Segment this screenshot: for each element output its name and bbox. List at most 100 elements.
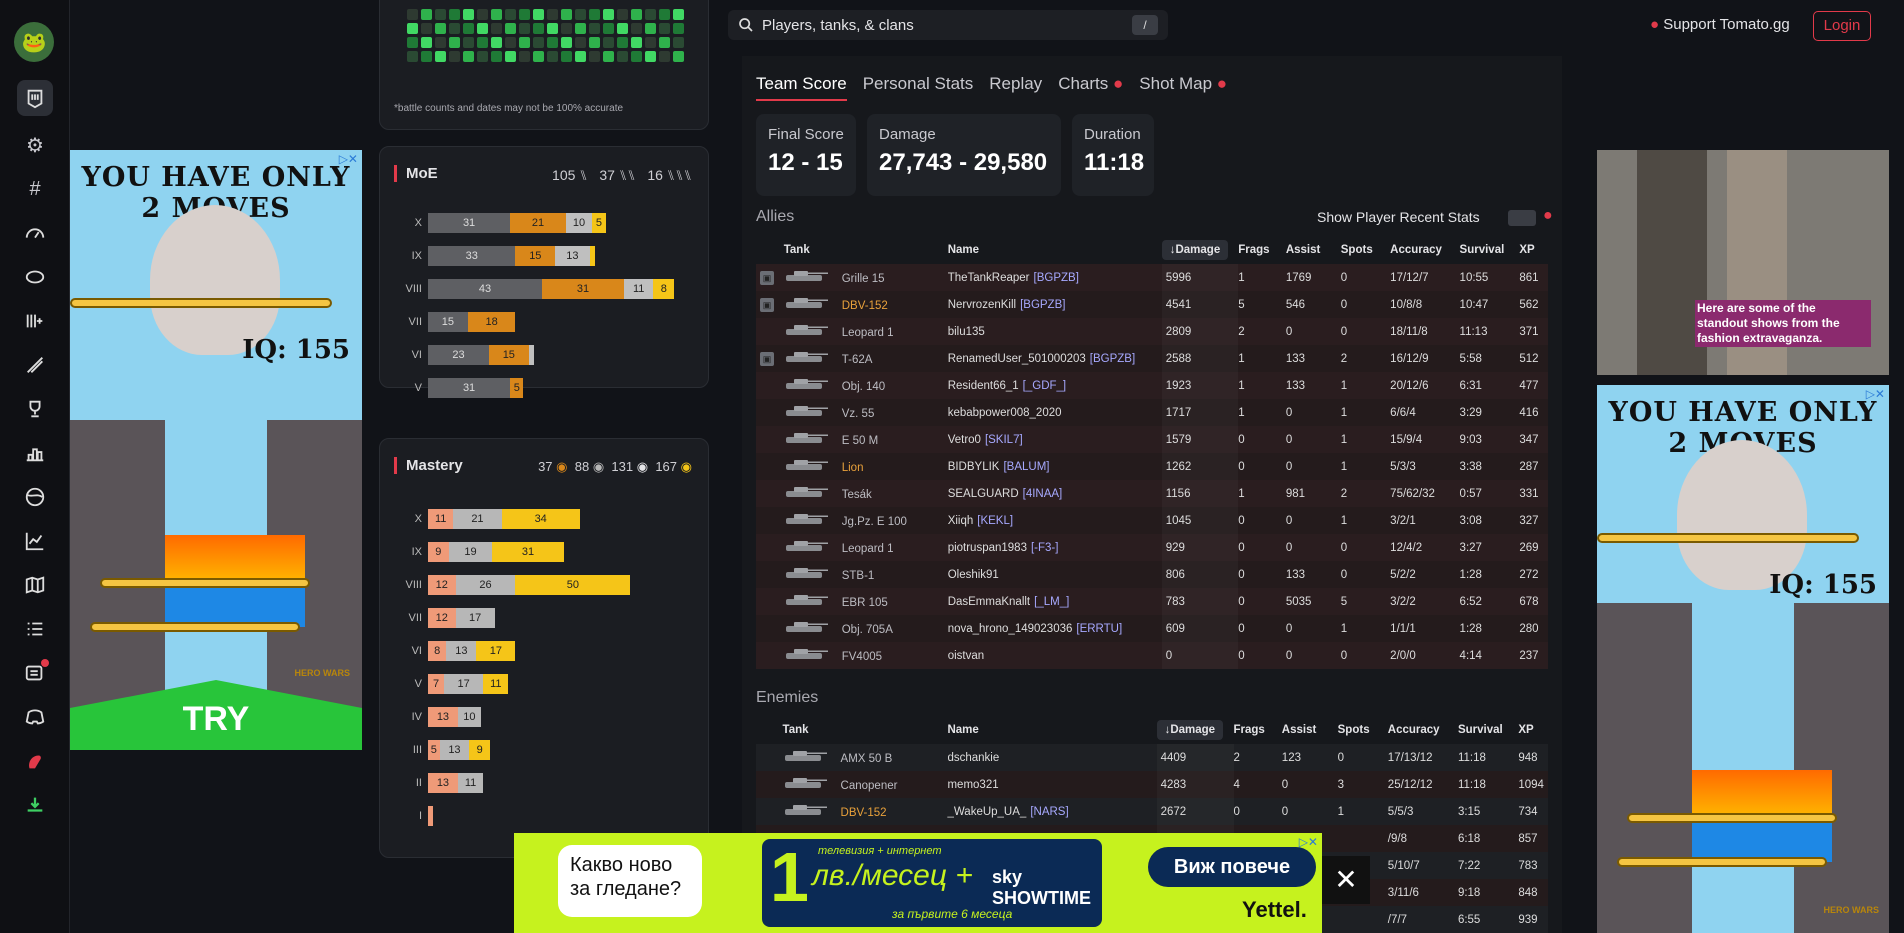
clan-tag[interactable]: [NARS] (1030, 806, 1068, 818)
column-header-xp[interactable]: XP (1519, 236, 1548, 264)
table-row[interactable]: DBV-152 _WakeUp_UA_ [NARS] 2672 0 0 1 5/5/3 3:15… (756, 798, 1548, 825)
table-row[interactable]: ▣ DBV-152 NervrozenKill [BGPZB] 4541 5 546 0 10/… (756, 291, 1548, 318)
player-name[interactable]: kebabpower008_2020 (948, 407, 1062, 419)
column-header-spots[interactable]: Spots (1341, 236, 1390, 264)
search-input[interactable]: Players, tanks, & clans (762, 17, 914, 34)
ad-right-video[interactable]: Here are some of the standout shows from… (1597, 150, 1889, 375)
download-icon[interactable] (17, 787, 53, 823)
clan-tag[interactable]: [-F3-] (1031, 542, 1058, 554)
table-row[interactable]: Obj. 140 Resident66_1 [_GDF_] 1923 1 133 1 20/1… (756, 372, 1548, 399)
table-row[interactable]: Obj. 705A nova_hrono_149023036 [ERRTU] 609 0… (756, 615, 1548, 642)
clan-tag[interactable]: [BGPZB] (1090, 353, 1135, 365)
player-name-cell[interactable]: Oleshik91 (948, 561, 1162, 588)
ad-right[interactable]: ▷✕ YOU HAVE ONLY 2 MOVES IQ: 155 HERO WA… (1597, 385, 1889, 933)
player-name-cell[interactable]: DasEmmaKnallt [_LM_] (948, 588, 1162, 615)
table-row[interactable]: E 50 M Vetro0 [SKIL7] 1579 0 0 1 15/9/4 9:03 347 (756, 426, 1548, 453)
ad-bottom[interactable]: ▷✕ Какво ново за гледане? 1 телевизия + … (514, 833, 1322, 933)
column-header-tank[interactable]: Tank (775, 716, 948, 744)
trophy-icon[interactable] (17, 391, 53, 427)
column-header-frags[interactable]: Frags (1234, 716, 1282, 744)
column-header-damage[interactable]: ↓Damage (1161, 236, 1239, 264)
discord-icon[interactable] (17, 699, 53, 735)
pen-icon[interactable] (17, 347, 53, 383)
table-row[interactable]: Leopard 1 piotruspan1983 [-F3-] 929 0 0 0 12/4/… (756, 534, 1548, 561)
ad-choices-icon[interactable]: ▷✕ (1866, 387, 1885, 401)
player-name-cell[interactable]: _WakeUp_UA_ [NARS] (947, 798, 1156, 825)
player-name-cell[interactable]: TheTankReaper [BGPZB] (948, 264, 1162, 291)
support-link[interactable]: ● Support Tomato.gg (1650, 16, 1790, 33)
player-name-cell[interactable]: piotruspan1983 [-F3-] (948, 534, 1162, 561)
column-header-assist[interactable]: Assist (1282, 716, 1338, 744)
player-name[interactable]: _WakeUp_UA_ (947, 806, 1026, 818)
clan-tag[interactable]: [4INAA] (1023, 488, 1063, 500)
player-name[interactable]: Xiiqh (948, 515, 974, 527)
tank-nav-icon[interactable] (17, 80, 53, 116)
clan-tag[interactable]: [_LM_] (1034, 596, 1069, 608)
ad-choices-icon[interactable]: ▷✕ (339, 152, 358, 166)
podium-icon[interactable] (17, 435, 53, 471)
player-name-cell[interactable]: BIDBYLIK [BALUM] (948, 453, 1162, 480)
player-name-cell[interactable]: memo321 (947, 771, 1156, 798)
player-name-cell[interactable]: Vetro0 [SKIL7] (948, 426, 1162, 453)
table-row[interactable]: FV4005 oistvan 0 0 0 0 2/0/0 4:14 237 (756, 642, 1548, 669)
player-name-cell[interactable]: Resident66_1 [_GDF_] (948, 372, 1162, 399)
tab-personal-stats[interactable]: Personal Stats (863, 74, 974, 101)
table-row[interactable]: EBR 105 DasEmmaKnallt [_LM_] 783 0 5035 5 3/2/2… (756, 588, 1548, 615)
table-row[interactable]: Vz. 55 kebabpower008_2020 1717 1 0 1 6/6/4 3:29… (756, 399, 1548, 426)
column-header-name[interactable]: Name (948, 236, 1162, 264)
player-name-cell[interactable]: oistvan (948, 642, 1162, 669)
tab-shot-map[interactable]: Shot Map ● (1139, 74, 1227, 101)
player-name[interactable]: TheTankReaper (948, 272, 1030, 284)
table-row[interactable]: ▣ T-62A RenamedUser_501000203 [BGPZB] 2588 1 1… (756, 345, 1548, 372)
player-name-cell[interactable]: bilu135 (948, 318, 1162, 345)
line-chart-icon[interactable] (17, 523, 53, 559)
clan-tag[interactable]: [SKIL7] (985, 434, 1023, 446)
show-recent-toggle[interactable] (1508, 210, 1536, 226)
hash-icon[interactable]: # (17, 171, 53, 207)
list-icon[interactable] (17, 611, 53, 647)
player-name[interactable]: NervrozenKill (948, 299, 1016, 311)
player-name-cell[interactable]: RenamedUser_501000203 [BGPZB] (948, 345, 1162, 372)
table-row[interactable]: Jg.Pz. E 100 Xiiqh [KEKL] 1045 0 0 1 3/2/1 3:08 3… (756, 507, 1548, 534)
player-name[interactable]: DasEmmaKnallt (948, 596, 1030, 608)
player-name-cell[interactable]: Xiiqh [KEKL] (948, 507, 1162, 534)
table-row[interactable]: STB-1 Oleshik91 806 0 133 0 5/2/2 1:28 272 (756, 561, 1548, 588)
column-header-assist[interactable]: Assist (1286, 236, 1341, 264)
player-name[interactable]: memo321 (947, 779, 998, 791)
clan-tag[interactable]: [_GDF_] (1023, 380, 1066, 392)
tomato-icon[interactable] (17, 743, 53, 779)
column-header-xp[interactable]: XP (1518, 716, 1548, 744)
column-header-name[interactable]: Name (947, 716, 1156, 744)
gear-icon[interactable]: ⚙ (17, 127, 53, 163)
tab-replay[interactable]: Replay (989, 74, 1042, 101)
login-button[interactable]: Login (1813, 11, 1871, 41)
clan-tag[interactable]: [BGPZB] (1020, 299, 1065, 311)
helmet-icon[interactable] (17, 259, 53, 295)
table-row[interactable]: AMX 50 B dschankie 4409 2 123 0 17/13/12 11:18 9… (756, 744, 1548, 771)
clan-tag[interactable]: [BALUM] (1003, 461, 1049, 473)
column-header-survival[interactable]: Survival (1458, 716, 1518, 744)
column-header-damage[interactable]: ↓Damage (1156, 716, 1234, 744)
player-name-cell[interactable]: SEALGUARD [4INAA] (948, 480, 1162, 507)
player-name[interactable]: nova_hrono_149023036 (948, 623, 1073, 635)
player-name[interactable]: bilu135 (948, 326, 985, 338)
column-header-tank[interactable]: Tank (776, 236, 948, 264)
column-header-survival[interactable]: Survival (1460, 236, 1520, 264)
player-name-cell[interactable]: NervrozenKill [BGPZB] (948, 291, 1162, 318)
player-name[interactable]: Vetro0 (948, 434, 981, 446)
table-row[interactable]: Canopener memo321 4283 4 0 3 25/12/12 11:18 1094 (756, 771, 1548, 798)
table-row[interactable]: Leopard 1 bilu135 2809 2 0 0 18/11/8 11:13 371 (756, 318, 1548, 345)
table-row[interactable]: Lion BIDBYLIK [BALUM] 1262 0 0 1 5/3/3 3:38 287 (756, 453, 1548, 480)
column-header-frags[interactable]: Frags (1238, 236, 1286, 264)
ad-close-button[interactable]: ✕ (1322, 856, 1370, 904)
player-name-cell[interactable]: nova_hrono_149023036 [ERRTU] (948, 615, 1162, 642)
frog-logo-icon[interactable]: 🐸 (14, 22, 54, 62)
ad-cta-button[interactable]: Виж повече (1148, 847, 1316, 887)
player-name[interactable]: dschankie (947, 752, 999, 764)
map-icon[interactable] (17, 567, 53, 603)
tab-team-score[interactable]: Team Score (756, 74, 847, 101)
search-bar[interactable]: Players, tanks, & clans / (728, 10, 1168, 40)
table-row[interactable]: ▣ Grille 15 TheTankReaper [BGPZB] 5996 1 1769 0… (756, 264, 1548, 291)
player-name[interactable]: RenamedUser_501000203 (948, 353, 1086, 365)
column-header-accuracy[interactable]: Accuracy (1388, 716, 1458, 744)
